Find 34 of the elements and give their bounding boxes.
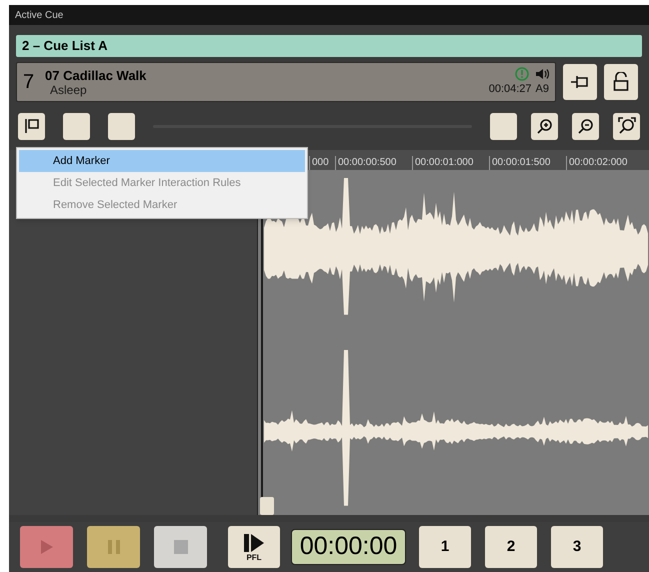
- unlock-icon: [613, 72, 629, 92]
- pin-button[interactable]: [563, 64, 597, 100]
- cue-state: Asleep: [50, 82, 88, 96]
- stop-icon: [174, 540, 188, 554]
- cue-name: 07 Cadillac Walk: [45, 68, 146, 82]
- menu-item[interactable]: Add Marker: [19, 150, 305, 172]
- zoom-fit-button[interactable]: [613, 112, 640, 140]
- zoom-out-icon: [578, 118, 594, 134]
- flag-icon: [24, 118, 40, 134]
- hotkey-button[interactable]: 2: [485, 526, 537, 568]
- marker-button[interactable]: [18, 112, 45, 140]
- zoom-in-button[interactable]: [531, 112, 558, 140]
- toolbar-button[interactable]: [63, 112, 90, 140]
- pin-icon: [570, 74, 590, 90]
- pfl-icon: [243, 532, 265, 552]
- pfl-button[interactable]: PFL: [228, 526, 280, 568]
- zoom-fit-icon: [618, 117, 636, 135]
- toolbar-button[interactable]: [490, 112, 517, 140]
- marker-handle[interactable]: [260, 497, 274, 515]
- pause-icon: [106, 539, 120, 555]
- toolbar-button[interactable]: [108, 112, 135, 140]
- zoom-out-button[interactable]: [572, 112, 599, 140]
- hotkey-button[interactable]: 3: [551, 526, 603, 568]
- zoom-in-icon: [536, 118, 552, 134]
- timer-display: 00:00:00: [291, 529, 406, 565]
- play-icon: [40, 539, 54, 555]
- speaker-icon: [535, 68, 549, 80]
- cue-list-bar: 2 – Cue List A: [16, 35, 642, 57]
- hotkey-button[interactable]: 1: [419, 526, 471, 568]
- lock-button[interactable]: [604, 64, 638, 100]
- cue-number: 7: [23, 70, 36, 95]
- cue-duration: 00:04:27: [488, 82, 532, 98]
- window-title: Active Cue: [15, 8, 64, 22]
- output-label: A9: [536, 82, 549, 98]
